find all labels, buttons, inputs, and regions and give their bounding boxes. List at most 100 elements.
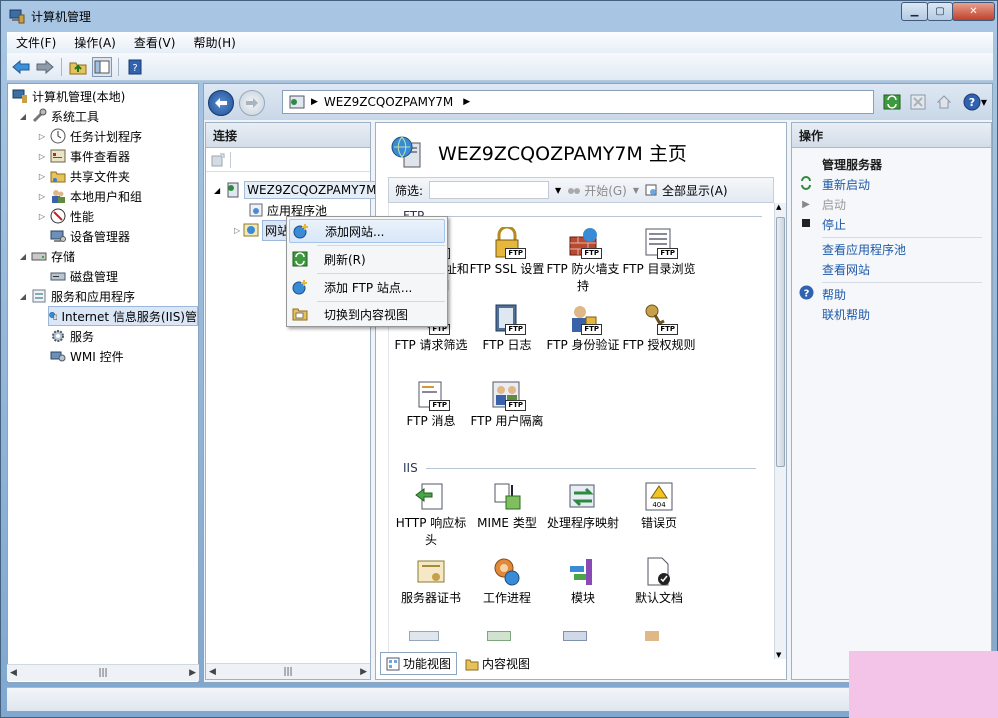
dropdown-arrow-icon[interactable]: ▼: [981, 98, 987, 107]
menu-item-add-site[interactable]: 添加网站...: [289, 219, 445, 243]
conn-sites-node[interactable]: ▷ 网站: [234, 219, 293, 241]
tree-item-task-scheduler[interactable]: ▷ 任务计划程序: [37, 126, 142, 146]
tree-item-iis[interactable]: Internet 信息服务(IIS)管: [48, 306, 198, 326]
expand-arrow-icon[interactable]: ▷: [37, 152, 47, 161]
feature-http-response-headers[interactable]: HTTP 响应标头: [393, 481, 469, 549]
menu-item-switch-content-view[interactable]: 切换到内容视图: [289, 302, 445, 326]
connections-pane: 连接 ◢ WEZ9ZCQOZPAMY7M 应用程序池 ▷ 网站 ◀ ||| ▶: [205, 122, 380, 680]
help-book-icon[interactable]: ?: [125, 57, 145, 77]
back-arrow-icon[interactable]: [11, 57, 31, 77]
filter-input[interactable]: [429, 181, 550, 199]
scroll-thumb-grip-icon[interactable]: |||: [98, 668, 107, 678]
address-input[interactable]: ▶ WEZ9ZCQOZPAMY7M ▶: [282, 90, 874, 114]
feature-server-certificates[interactable]: 服务器证书: [393, 556, 469, 607]
feature-ftp-directory-browsing[interactable]: FTP FTP 目录浏览: [621, 227, 697, 278]
menu-view[interactable]: 查看(V): [125, 34, 185, 51]
up-folder-icon[interactable]: [68, 57, 88, 77]
view-app-pools-link[interactable]: 查看应用程序池: [822, 240, 906, 258]
feature-ftp-ssl[interactable]: FTP FTP SSL 设置: [469, 225, 545, 278]
connections-horizontal-scrollbar[interactable]: ◀ ||| ▶: [206, 663, 370, 679]
home-icon[interactable]: [934, 92, 954, 112]
feature-worker-processes[interactable]: 工作进程: [469, 556, 545, 607]
show-hide-tree-icon[interactable]: [92, 56, 112, 77]
expand-arrow-icon[interactable]: ▷: [37, 172, 47, 181]
expand-arrow-icon[interactable]: ▷: [37, 132, 47, 141]
filter-dropdown-icon[interactable]: ▼: [555, 186, 561, 195]
feature-ftp-user-isolation[interactable]: FTP FTP 用户隔离: [469, 379, 545, 430]
menu-help[interactable]: 帮助(H): [184, 34, 244, 51]
collapse-arrow-icon[interactable]: ◢: [18, 252, 28, 261]
toolbar-separator: [118, 57, 119, 76]
feature-ftp-logging[interactable]: FTP FTP 日志: [469, 303, 545, 354]
tree-item-wmi[interactable]: WMI 控件: [50, 346, 124, 366]
menu-action[interactable]: 操作(A): [65, 34, 125, 51]
tree-item-local-users[interactable]: ▷ 本地用户和组: [37, 186, 142, 206]
feature-modules[interactable]: 模块: [545, 556, 621, 607]
tree-item-system-tools[interactable]: ◢ 系统工具: [18, 106, 99, 126]
feature-ftp-firewall[interactable]: FTP FTP 防火墙支持: [545, 227, 621, 295]
features-vertical-scrollbar[interactable]: ▲ ▼: [774, 203, 786, 659]
scroll-right-icon[interactable]: ▶: [360, 667, 367, 677]
tree-item-root[interactable]: 计算机管理(本地): [12, 86, 125, 106]
start-filter-button[interactable]: 开始(G): [567, 182, 627, 199]
minimize-button[interactable]: ▁: [901, 2, 928, 21]
tree-item-services[interactable]: 服务: [50, 326, 94, 346]
maximize-button[interactable]: ▢: [927, 2, 953, 21]
help-action[interactable]: ? 帮助: [798, 285, 846, 303]
collapse-arrow-icon[interactable]: ◢: [214, 186, 220, 195]
tree-horizontal-scrollbar[interactable]: ◀ ||| ▶: [7, 664, 199, 681]
tree-item-performance[interactable]: ▷ 性能: [37, 206, 94, 226]
tree-item-services-apps[interactable]: ◢ 服务和应用程序: [18, 286, 135, 306]
restart-action[interactable]: 重新启动: [798, 175, 870, 193]
forward-arrow-icon[interactable]: [35, 57, 55, 77]
menu-item-add-ftp-site[interactable]: 添加 FTP 站点...: [289, 275, 445, 299]
tab-features-view[interactable]: 功能视图: [380, 652, 458, 675]
help-icon[interactable]: ? ▼: [960, 92, 990, 112]
start-action[interactable]: ▶ 启动: [798, 195, 846, 213]
stop-icon[interactable]: [908, 92, 928, 112]
online-help-link[interactable]: 联机帮助: [822, 305, 870, 323]
collapse-arrow-icon[interactable]: ◢: [18, 112, 28, 121]
tree-item-shared-folders[interactable]: ▷ 共享文件夹: [37, 166, 130, 186]
tree-item-device-manager[interactable]: 设备管理器: [50, 226, 130, 246]
dropdown-arrow-icon[interactable]: ▼: [633, 186, 639, 195]
forward-button[interactable]: [239, 90, 265, 116]
expand-arrow-icon[interactable]: ▷: [37, 212, 47, 221]
feature-ftp-messages[interactable]: FTP FTP 消息: [393, 379, 469, 430]
scroll-up-icon[interactable]: ▲: [776, 203, 781, 211]
feature-mime-types[interactable]: MIME 类型: [469, 481, 545, 532]
tree-item-disk-management[interactable]: 磁盘管理: [50, 266, 118, 286]
feature-handler-mappings[interactable]: 处理程序映射: [545, 481, 621, 532]
feature-error-pages[interactable]: 404 错误页: [621, 481, 697, 532]
title-bar[interactable]: 计算机管理 ▁ ▢ ✕: [1, 1, 997, 31]
scroll-down-icon[interactable]: ▼: [776, 651, 781, 659]
scroll-right-icon[interactable]: ▶: [189, 668, 196, 678]
scroll-left-icon[interactable]: ◀: [209, 667, 216, 677]
scroll-left-icon[interactable]: ◀: [10, 668, 17, 678]
tree-item-event-viewer[interactable]: ▷ 事件查看器: [37, 146, 130, 166]
tree-item-label: 存储: [51, 249, 76, 264]
feature-default-document[interactable]: 默认文档: [621, 556, 697, 607]
tab-content-view[interactable]: 内容视图: [459, 652, 536, 675]
show-all-button[interactable]: 全部显示(A): [645, 182, 728, 199]
expand-arrow-icon[interactable]: ▷: [234, 226, 240, 235]
tree-item-storage[interactable]: ◢ 存储: [18, 246, 75, 266]
back-button[interactable]: [208, 90, 234, 116]
stop-action[interactable]: 停止: [798, 215, 846, 233]
start-filter-label: 开始(G): [584, 183, 627, 198]
scroll-thumb[interactable]: [776, 217, 785, 467]
refresh-icon[interactable]: [882, 92, 902, 112]
breadcrumb-arrow-icon[interactable]: ▶: [463, 97, 470, 107]
conn-server-node[interactable]: ◢ WEZ9ZCQOZPAMY7M: [214, 180, 380, 200]
connect-icon[interactable]: [210, 152, 226, 168]
scroll-thumb-grip-icon[interactable]: |||: [283, 667, 292, 677]
menu-file[interactable]: 文件(F): [7, 34, 65, 51]
close-button[interactable]: ✕: [952, 2, 995, 21]
menu-item-refresh[interactable]: 刷新(R): [289, 247, 445, 271]
expand-arrow-icon[interactable]: ▷: [37, 192, 47, 201]
feature-ftp-authorization[interactable]: FTP FTP 授权规则: [621, 303, 697, 354]
collapse-arrow-icon[interactable]: ◢: [18, 292, 28, 301]
feature-ftp-authentication[interactable]: FTP FTP 身份验证: [545, 303, 621, 354]
view-sites-link[interactable]: 查看网站: [822, 260, 870, 278]
feature-label: 处理程序映射: [546, 516, 619, 530]
